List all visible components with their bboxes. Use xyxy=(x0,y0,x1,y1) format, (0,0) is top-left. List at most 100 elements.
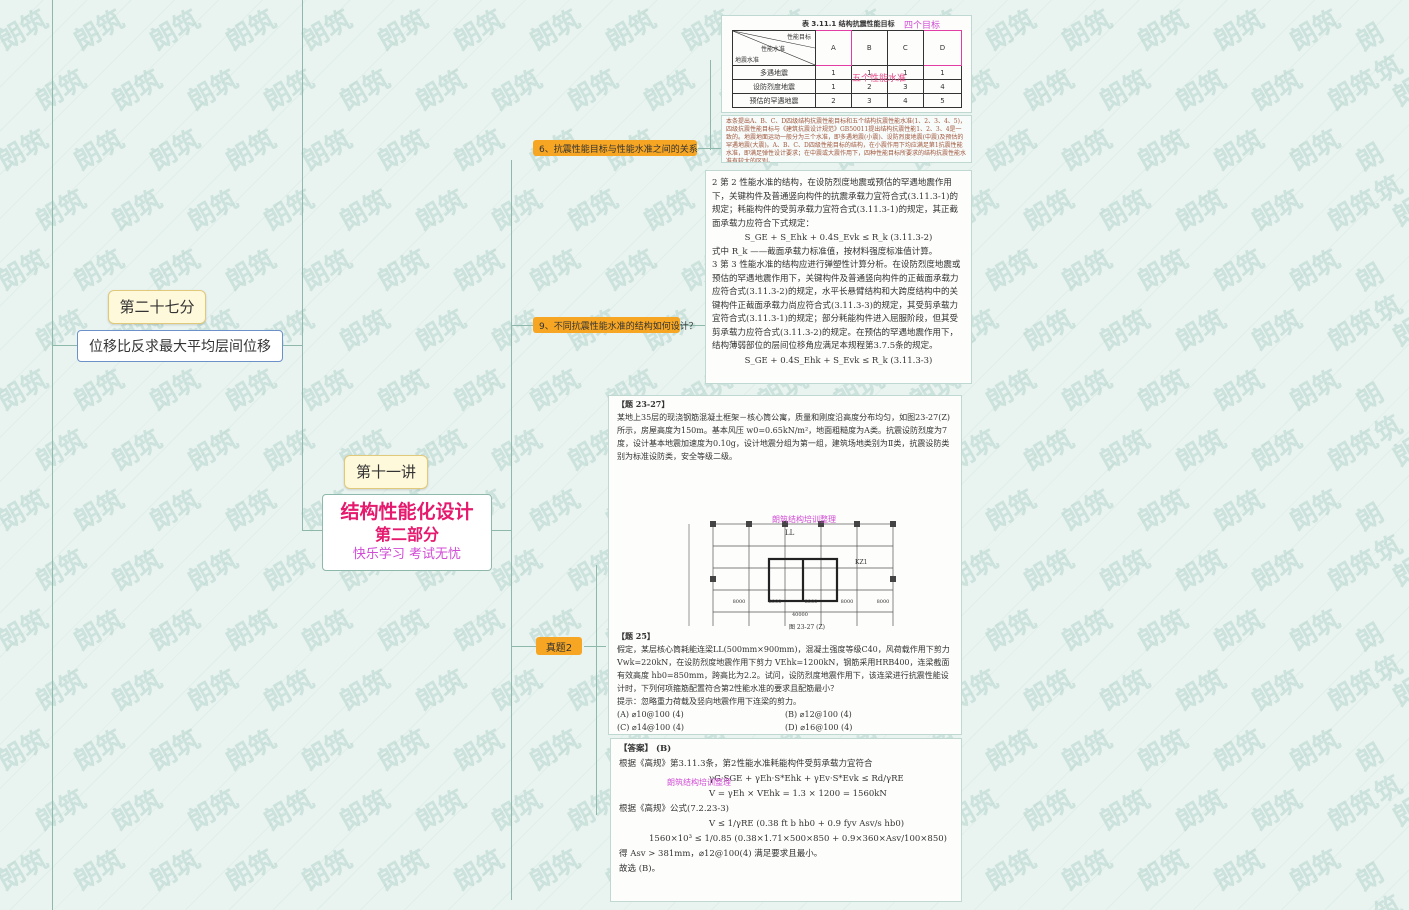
watermark-glyph: 朗筑 xyxy=(0,4,54,57)
branch-real-exam-2[interactable]: 真题2 xyxy=(536,637,582,655)
watermark-glyph: 朗筑 xyxy=(259,784,320,837)
watermark-glyph: 朗筑 xyxy=(981,724,1042,777)
watermark-glyph: 朗筑 xyxy=(1323,664,1384,717)
watermark-glyph: 朗筑 xyxy=(1095,424,1156,477)
watermark-glyph: 朗筑 xyxy=(31,64,92,117)
watermark-glyph: 朗筑 xyxy=(335,664,396,717)
watermark-glyph: 朗筑 xyxy=(1057,4,1118,57)
watermark-glyph: 朗筑 xyxy=(411,784,472,837)
watermark-glyph: 朗筑 xyxy=(525,244,586,297)
watermark-glyph: 朗筑 xyxy=(1247,64,1308,117)
spec-image-card[interactable]: 2 第 2 性能水准的结构，在设防烈度地震或预估的罕遇地震作用下，关键构件及普通… xyxy=(705,170,972,384)
problem-title: 【题 23-27】 xyxy=(617,399,670,409)
note-image-card[interactable]: 本条提出A、B、C、D四级结构抗震性能目标和五个结构抗震性能水准(1、2、3、4… xyxy=(721,115,972,163)
topic-section-27[interactable]: 第二十七分 xyxy=(108,290,206,324)
spec-eq-2: S_GE + S_Ehk + 0.4S_Evk ≤ R_k (3.11.3-2) xyxy=(744,233,933,243)
cell: 2 xyxy=(815,93,852,108)
watermark-glyph: 朗筑 xyxy=(525,4,586,57)
watermark-glyph: 朗筑 xyxy=(1019,544,1080,597)
option-d[interactable]: (D) ⌀16@100 (4) xyxy=(785,721,953,734)
watermark-glyph: 朗筑 xyxy=(31,784,92,837)
branch-performance-relation[interactable]: 6、抗震性能目标与性能水准之间的关系 xyxy=(533,140,698,156)
watermark-glyph: 朗筑 xyxy=(1133,124,1194,177)
watermark-glyph: 朗筑 xyxy=(1323,544,1384,597)
watermark-glyph: 朗筑 xyxy=(487,424,548,477)
question-hint: 提示：忽略重力荷载及竖向地震作用下连梁的剪力。 xyxy=(617,697,801,706)
watermark-glyph: 朗筑 xyxy=(487,64,548,117)
watermark-glyph: 朗筑 xyxy=(1323,64,1384,117)
watermark-glyph: 朗筑 xyxy=(0,244,54,297)
watermark-glyph: 朗筑 xyxy=(107,424,168,477)
watermark-glyph: 朗筑 xyxy=(1285,484,1346,537)
problem-image-card[interactable]: 【题 23-27】 某地上35层的现浇钢筋混凝土框架－核心筒公寓，质量和刚度沿高… xyxy=(608,395,962,735)
central-subtitle: 第二部分 xyxy=(374,525,439,544)
watermark-glyph: 朗筑 xyxy=(1171,64,1232,117)
option-b[interactable]: (B) ⌀12@100 (4) xyxy=(785,708,953,721)
cell: 5 xyxy=(922,93,963,108)
watermark-glyph: 朗筑 xyxy=(1209,724,1270,777)
watermark-glyph: 朗筑 xyxy=(1323,304,1384,357)
watermark-glyph: 朗筑 xyxy=(69,484,130,537)
watermark-glyph: 朗筑 xyxy=(69,244,130,297)
header-level: 性能水准 xyxy=(761,46,786,53)
watermark-glyph: 朗筑 xyxy=(145,124,206,177)
watermark-glyph: 朗筑 xyxy=(0,724,54,777)
topic-lecture-11[interactable]: 第十一讲 xyxy=(344,455,428,489)
answer-line-5: V ≤ 1/γRE (0.38 ft b hb0 + 0.9 fyv Asv/s… xyxy=(709,819,905,829)
watermark-glyph: 朗筑 xyxy=(1095,544,1156,597)
dim: 8000 xyxy=(768,599,782,605)
watermark-glyph: 朗筑 xyxy=(183,664,244,717)
watermark-glyph: 朗筑 xyxy=(1351,138,1408,210)
watermark-glyph: 朗筑 xyxy=(31,544,92,597)
dim: 8000 xyxy=(876,599,890,605)
answer-image-card[interactable]: 【答案】 (B) 根据《高规》第3.11.3条，第2性能水准耗能构件受剪承载力宜… xyxy=(610,738,962,902)
central-slogan: 快乐学习 考试无忧 xyxy=(352,547,462,562)
watermark-glyph: 朗筑 xyxy=(1095,664,1156,717)
col-header: C xyxy=(886,30,924,66)
watermark-glyph: 朗筑 xyxy=(335,184,396,237)
watermark-glyph: 朗筑 xyxy=(1171,784,1232,837)
watermark-glyph: 朗筑 xyxy=(1171,304,1232,357)
watermark-glyph: 朗筑 xyxy=(31,664,92,717)
table-image-card[interactable]: 表 3.11.1 结构抗震性能目标 四个目标 性能目标 性能水准 地震水准 A … xyxy=(721,15,972,113)
topic-drift-ratio[interactable]: 位移比反求最大平均层间位移 xyxy=(77,330,283,362)
dim: 8000 xyxy=(840,599,854,605)
watermark-glyph: 朗筑 xyxy=(1133,484,1194,537)
row-label: 多遇地震 xyxy=(732,65,816,80)
option-a[interactable]: (A) ⌀10@100 (4) xyxy=(617,708,785,721)
mindmap-line xyxy=(302,530,322,531)
mindmap-line xyxy=(511,646,536,647)
col-header: D xyxy=(922,30,963,66)
watermark-glyph: 朗筑 xyxy=(1209,244,1270,297)
watermark-glyph: 朗筑 xyxy=(601,4,662,57)
watermark-glyph: 朗筑 xyxy=(1057,604,1118,657)
watermark-glyph: 朗筑 xyxy=(525,484,586,537)
watermark-glyph: 朗筑 xyxy=(1209,844,1270,897)
watermark-glyph: 朗筑 xyxy=(259,64,320,117)
question-text: 假定，某层核心筒耗能连梁LL(500mm×900mm)，混凝土强度等级C40，风… xyxy=(617,645,950,693)
watermark-glyph: 朗筑 xyxy=(1323,784,1384,837)
watermark-glyph: 朗筑 xyxy=(1019,64,1080,117)
spec-paragraph-3: 3 第 3 性能水准的结构应进行弹塑性计算分析。在设防烈度地震或预估的罕遇地震作… xyxy=(712,260,961,351)
row-label: 预估的罕遇地震 xyxy=(732,93,816,108)
watermark-glyph: 朗筑 xyxy=(1247,664,1308,717)
watermark-glyph: 朗筑 xyxy=(145,244,206,297)
watermark-glyph: 朗筑 xyxy=(563,184,624,237)
branch-design-by-level-label: 9、不同抗震性能水准的结构如何设计？ xyxy=(539,321,698,332)
mindmap-line xyxy=(596,565,597,815)
watermark-glyph: 朗筑 xyxy=(449,604,510,657)
watermark-glyph: 朗筑 xyxy=(1171,544,1232,597)
watermark-glyph: 朗筑 xyxy=(1133,4,1194,57)
watermark-glyph: 朗筑 xyxy=(373,4,434,57)
watermark-glyph: 朗筑 xyxy=(1351,618,1408,690)
central-topic[interactable]: 结构性能化设计 第二部分 快乐学习 考试无忧 xyxy=(322,494,492,571)
branch-design-by-level[interactable]: 9、不同抗震性能水准的结构如何设计？ xyxy=(533,317,698,333)
option-c[interactable]: (C) ⌀14@100 (4) xyxy=(617,721,785,734)
answer-line-6: 1560×10³ ≤ 1/0.85 (0.38×1.71×500×850 + 0… xyxy=(649,834,947,844)
central-title: 结构性能化设计 xyxy=(340,501,474,523)
watermark-glyph: 朗筑 xyxy=(145,4,206,57)
watermark-glyph: 朗筑 xyxy=(259,184,320,237)
watermark-glyph: 朗筑 xyxy=(69,844,130,897)
watermark-glyph: 朗筑 xyxy=(1133,844,1194,897)
watermark-glyph: 朗筑 xyxy=(373,724,434,777)
